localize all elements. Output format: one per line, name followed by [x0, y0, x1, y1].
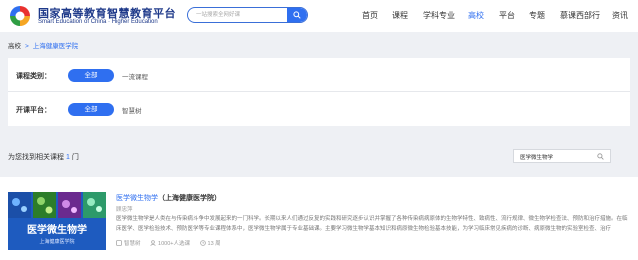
- filter-label-platform: 开课平台：: [16, 107, 51, 114]
- nav-disciplines[interactable]: 学科专业: [423, 0, 455, 32]
- result-count: 为您找到相关课程 1 门: [8, 152, 79, 162]
- students-count: 1000+人选课: [158, 241, 190, 247]
- search-input[interactable]: [196, 10, 284, 20]
- course-search-input[interactable]: [520, 152, 590, 161]
- brand-subtitle: Smart Education of China · Higher Educat…: [38, 19, 158, 25]
- course-search-box: [513, 149, 611, 163]
- search-icon[interactable]: [597, 153, 604, 160]
- course-title[interactable]: 医学微生物学（上海健康医学院）: [116, 193, 221, 203]
- result-suffix: 门: [71, 154, 79, 161]
- microbe-images: [8, 192, 106, 218]
- nav-mooc-west[interactable]: 慕课西部行: [560, 0, 600, 32]
- clock-icon: [199, 240, 206, 246]
- filter-row-platform: 开课平台： 全部 智慧树: [8, 92, 630, 126]
- course-name[interactable]: 医学微生物学: [116, 195, 158, 202]
- course-meta: 智慧树 1000+人选课 13 周: [116, 239, 229, 247]
- search-icon: [293, 11, 301, 19]
- search-button[interactable]: [287, 8, 307, 22]
- duration-weeks: 13 周: [207, 241, 221, 247]
- course-teacher: 顾忠萍: [116, 207, 133, 213]
- filter-row-category: 课程类别： 全部 一流课程: [8, 58, 630, 92]
- breadcrumb-current: 上海健康医学院: [32, 43, 79, 50]
- course-thumbnail[interactable]: 医学微生物学 上海健康医学院: [8, 192, 106, 250]
- nav-universities[interactable]: 高校: [468, 0, 484, 32]
- result-prefix: 为您找到相关课程: [8, 154, 64, 161]
- chevron-right-icon: >: [25, 43, 29, 50]
- course-duration: 13 周: [199, 240, 221, 247]
- search-box: [187, 7, 308, 23]
- filter-platform-all-chip[interactable]: 全部: [68, 103, 114, 116]
- nav-topics[interactable]: 专题: [529, 0, 545, 32]
- header: 国家高等教育智慧教育平台 Smart Education of China · …: [0, 0, 638, 32]
- people-icon: [150, 240, 156, 246]
- platform-name: 智慧树: [124, 241, 141, 247]
- filter-panel: 课程类别： 全部 一流课程 开课平台： 全部 智慧树: [8, 58, 630, 126]
- course-students: 1000+人选课: [150, 240, 191, 247]
- course-platform: 智慧树: [116, 240, 142, 247]
- nav-courses[interactable]: 课程: [392, 0, 408, 32]
- platform-icon: [116, 240, 122, 246]
- filter-platform-option[interactable]: 智慧树: [122, 105, 142, 115]
- course-school: （上海健康医学院）: [158, 195, 221, 202]
- nav-news[interactable]: 资讯: [612, 0, 628, 32]
- filter-category-option[interactable]: 一流课程: [122, 71, 148, 81]
- filter-category-all-chip[interactable]: 全部: [68, 69, 114, 82]
- nav-home[interactable]: 首页: [362, 0, 378, 32]
- course-description: 医学微生物学是人类在与传染病斗争中发展起来的一门科学。长期以来人们通过反复的实践…: [116, 216, 628, 232]
- breadcrumb-home[interactable]: 高校: [8, 43, 21, 50]
- breadcrumb: 高校 > 上海健康医学院: [8, 40, 78, 50]
- thumbnail-school: 上海健康医学院: [39, 239, 75, 245]
- result-number: 1: [65, 154, 70, 161]
- thumbnail-title: 医学微生物学: [27, 225, 87, 236]
- course-card[interactable]: 医学微生物学 上海健康医学院 医学微生物学（上海健康医学院） 顾忠萍 医学微生物…: [0, 177, 638, 260]
- logo-icon[interactable]: [8, 4, 32, 28]
- nav-platforms[interactable]: 平台: [499, 0, 515, 32]
- filter-label-category: 课程类别：: [16, 73, 51, 80]
